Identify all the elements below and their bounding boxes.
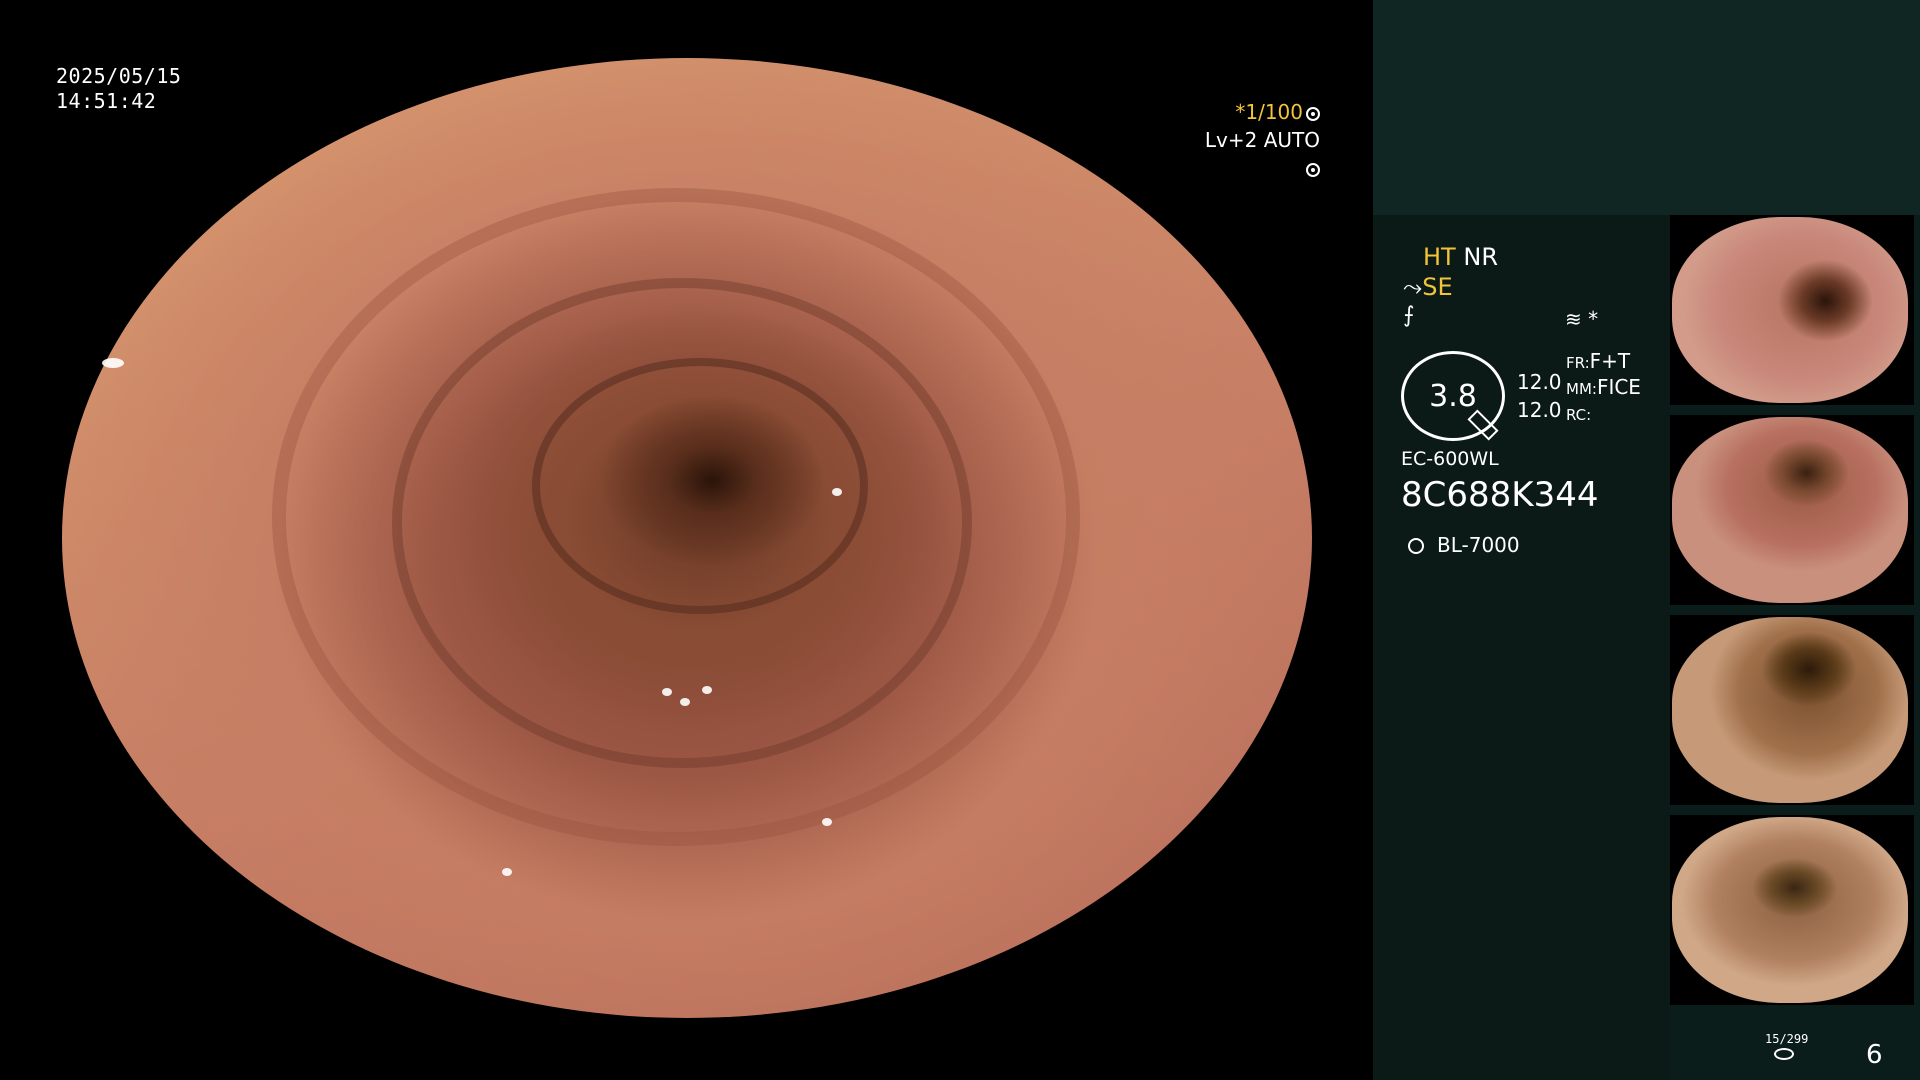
right-info-panel: HT NR ⤳SE ⨍ ≋ * 3.8 12.0 12.0 FR:F+T MM:…: [1373, 0, 1920, 1080]
rc-label: RC:: [1566, 406, 1592, 424]
lumen-fold-inner: [532, 358, 868, 614]
meter-value: 3.8: [1429, 379, 1477, 414]
fr-value: F+T: [1589, 349, 1631, 373]
light-reflection: [822, 818, 832, 826]
storage-disk-icon: [1774, 1048, 1794, 1060]
mode-ht: HT: [1423, 243, 1456, 271]
thumbnail-image: [1672, 617, 1908, 803]
light-source: BL-7000: [1401, 531, 1520, 559]
light-reflection: [502, 868, 512, 876]
shutter-text: *1/100: [1235, 100, 1303, 124]
image-counter: 15/299: [1765, 1032, 1809, 1046]
time-text: 14:51:42: [56, 89, 157, 113]
scope-serial: 8C688K344: [1401, 475, 1599, 515]
mode-line-se: ⤳SE: [1403, 273, 1453, 301]
value-column: 12.0 12.0: [1517, 368, 1562, 424]
light-source-icon: [1401, 531, 1429, 559]
gear-icon: [1306, 107, 1320, 121]
structure-enhance-icon: ⤳: [1403, 273, 1423, 301]
light-reflection: [702, 686, 712, 694]
function-icon: ⨍: [1403, 303, 1415, 328]
thumbnail-1[interactable]: [1670, 215, 1914, 405]
light-reflection: [680, 698, 690, 706]
level-mode-text: Lv+2 AUTO: [1204, 128, 1320, 152]
thumbnail-image: [1672, 217, 1908, 403]
meter-indicator: 3.8: [1401, 351, 1505, 441]
gear-icon: [1306, 163, 1320, 177]
pencil-icon: [1467, 409, 1499, 441]
mode-line-ht-nr: HT NR: [1423, 243, 1498, 271]
status-icons: ≋ *: [1565, 307, 1599, 331]
endoscope-image: [62, 58, 1312, 1018]
fr-label: FR:: [1566, 354, 1590, 372]
endoscope-main-view: 2025/05/15 14:51:42 *1/100 Lv+2 AUTO: [0, 0, 1373, 1080]
thumbnail-4[interactable]: [1670, 815, 1914, 1005]
mode-nr: NR: [1463, 243, 1498, 271]
light-reflection: [662, 688, 672, 696]
thumbnail-3[interactable]: [1670, 615, 1914, 805]
page-number: 6: [1866, 1040, 1883, 1070]
mode-line-icon: ⨍: [1403, 303, 1414, 328]
mm-label: MM:: [1566, 380, 1597, 398]
thumbnail-strip: [1670, 215, 1920, 1015]
thumbnail-image: [1672, 417, 1908, 603]
date-text: 2025/05/15: [56, 64, 182, 88]
thumbnail-image: [1672, 817, 1908, 1003]
panel-header-area: [1373, 0, 1920, 215]
mode-se: SE: [1422, 273, 1453, 301]
value-2: 12.0: [1517, 398, 1562, 422]
light-reflection: [832, 488, 842, 496]
settings-column: HT NR ⤳SE ⨍ ≋ * 3.8 12.0 12.0 FR:F+T MM:…: [1373, 215, 1670, 1080]
mm-value: FICE: [1596, 375, 1641, 399]
thumbnail-2[interactable]: [1670, 415, 1914, 605]
scope-model: EC-600WL: [1401, 448, 1499, 470]
label-column: FR:F+T MM:FICE RC:: [1566, 349, 1641, 427]
datetime-overlay: 2025/05/15 14:51:42: [56, 64, 181, 114]
exposure-info: *1/100 Lv+2 AUTO: [1195, 98, 1320, 182]
light-source-text: BL-7000: [1437, 533, 1520, 557]
light-reflection: [102, 358, 124, 368]
value-1: 12.0: [1517, 370, 1562, 394]
